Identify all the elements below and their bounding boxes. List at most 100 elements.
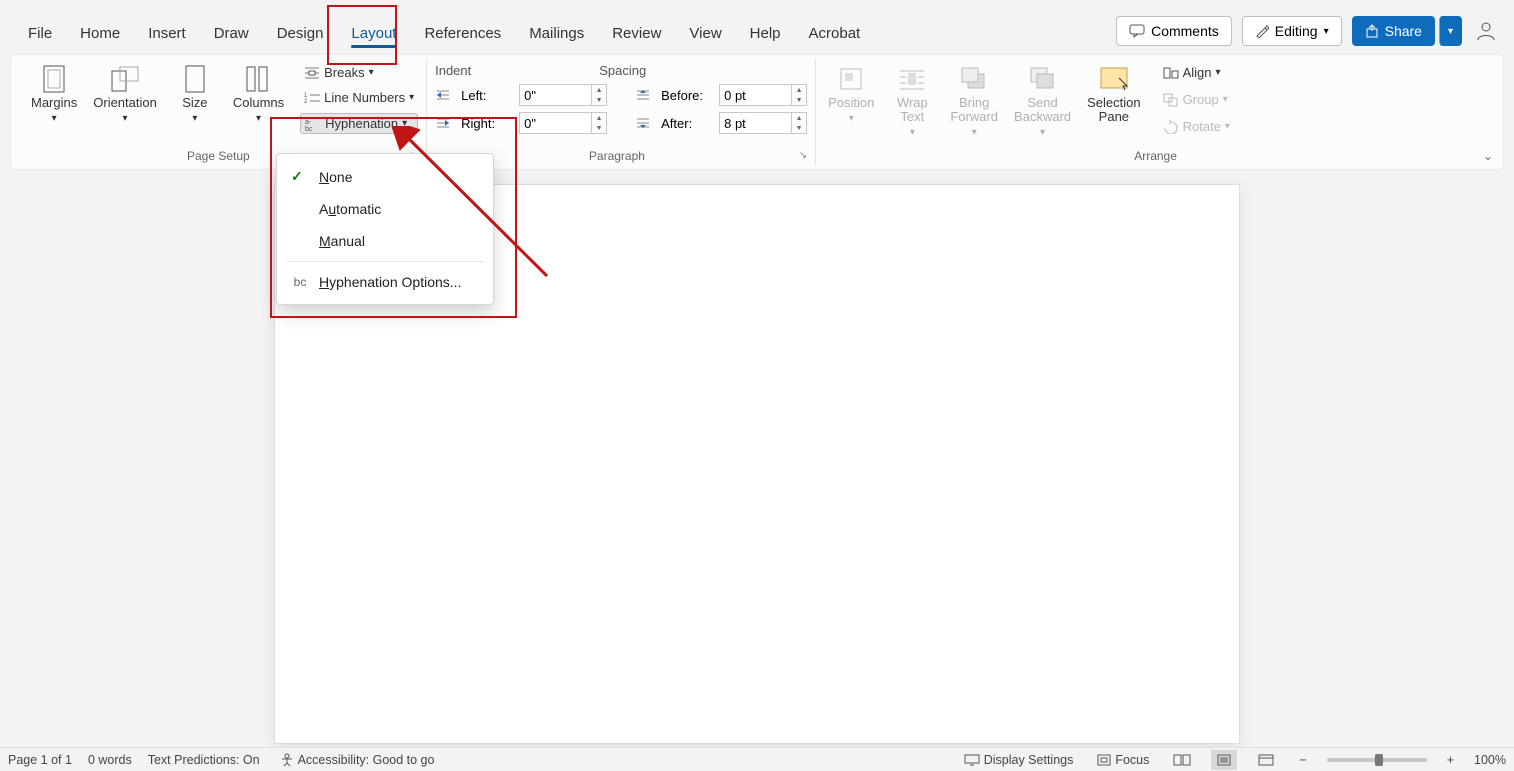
collab-avatar-button[interactable] <box>1472 17 1500 45</box>
paragraph-dialog-launcher[interactable]: ↘ <box>799 150 807 161</box>
align-icon <box>1163 66 1179 80</box>
zoom-level[interactable]: 100% <box>1474 753 1506 767</box>
zoom-in-button[interactable]: + <box>1443 753 1458 767</box>
spacing-header: Spacing <box>599 63 646 78</box>
tab-design[interactable]: Design <box>263 11 338 54</box>
chevron-down-icon: ▾ <box>1225 121 1230 132</box>
tab-home[interactable]: Home <box>66 11 134 54</box>
chevron-down-icon: ▾ <box>409 92 414 103</box>
tab-file[interactable]: File <box>14 11 66 54</box>
titlebar-right: Comments Editing ▾ Share ▾ <box>1116 16 1500 54</box>
share-dropdown[interactable]: ▾ <box>1439 16 1462 46</box>
zoom-out-button[interactable]: − <box>1295 753 1310 767</box>
hyphenation-none-label: None <box>319 169 352 185</box>
bring-forward-icon <box>958 65 990 93</box>
status-text-predictions[interactable]: Text Predictions: On <box>148 753 260 767</box>
display-settings-label: Display Settings <box>984 753 1074 767</box>
orientation-button[interactable]: Orientation ▾ <box>89 63 161 126</box>
chevron-down-icon: ▾ <box>369 67 374 78</box>
tab-insert[interactable]: Insert <box>134 11 200 54</box>
editing-label: Editing <box>1275 23 1318 39</box>
annotation-arrow <box>392 126 552 286</box>
status-accessibility[interactable]: Accessibility: Good to go <box>276 753 439 767</box>
share-button[interactable]: Share <box>1352 16 1435 46</box>
spacing-after-input[interactable]: ▲▼ <box>719 112 807 134</box>
collapse-ribbon-button[interactable]: ⌄ <box>1483 149 1493 163</box>
margins-button[interactable]: Margins ▾ <box>27 63 81 126</box>
focus-mode-button[interactable]: Focus <box>1093 753 1153 767</box>
status-words[interactable]: 0 words <box>88 753 132 767</box>
indent-left-icon <box>435 89 451 101</box>
ribbon-tabs-bar: File Home Insert Draw Design Layout Refe… <box>0 0 1514 54</box>
status-accessibility-label: Accessibility: Good to go <box>298 753 435 767</box>
web-layout-view[interactable] <box>1253 750 1279 770</box>
read-mode-view[interactable] <box>1169 750 1195 770</box>
comments-button[interactable]: Comments <box>1116 16 1232 46</box>
spacing-after-icon <box>635 117 651 129</box>
spin-down-icon[interactable]: ▼ <box>592 95 606 105</box>
share-label: Share <box>1385 23 1422 39</box>
spin-down-icon[interactable]: ▼ <box>592 123 606 133</box>
indent-left-input[interactable]: ▲▼ <box>519 84 607 106</box>
zoom-slider[interactable] <box>1327 758 1427 762</box>
chevron-down-icon: ▾ <box>123 113 128 124</box>
status-page[interactable]: Page 1 of 1 <box>8 753 72 767</box>
print-layout-view[interactable] <box>1211 750 1237 770</box>
tab-layout[interactable]: Layout <box>337 11 410 54</box>
selection-pane-label: Selection Pane <box>1087 96 1140 124</box>
group-objects-button[interactable]: Group▾ <box>1159 90 1234 109</box>
columns-label: Columns <box>233 96 284 110</box>
spin-up-icon[interactable]: ▲ <box>592 85 606 95</box>
bring-forward-label: Bring Forward <box>950 96 998 124</box>
monitor-icon <box>964 754 980 766</box>
margins-label: Margins <box>31 96 77 110</box>
display-settings-button[interactable]: Display Settings <box>960 753 1078 767</box>
size-button[interactable]: Size ▾ <box>169 63 221 126</box>
spin-up-icon[interactable]: ▲ <box>792 113 806 123</box>
focus-label: Focus <box>1115 753 1149 767</box>
columns-icon <box>242 65 274 93</box>
breaks-button[interactable]: Breaks ▾ <box>300 63 418 82</box>
chevron-down-icon: ▾ <box>972 127 977 138</box>
tab-references[interactable]: References <box>410 11 515 54</box>
editing-mode-button[interactable]: Editing ▾ <box>1242 16 1342 46</box>
hyphenation-manual-label: Manual <box>319 233 365 249</box>
selection-pane-icon <box>1098 65 1130 93</box>
indent-left-label: Left: <box>461 88 509 103</box>
line-numbers-button[interactable]: 12 Line Numbers ▾ <box>300 88 418 107</box>
bring-forward-button[interactable]: Bring Forward ▾ <box>946 63 1002 140</box>
spin-up-icon[interactable]: ▲ <box>792 85 806 95</box>
columns-button[interactable]: Columns ▾ <box>229 63 288 126</box>
tab-help[interactable]: Help <box>736 11 795 54</box>
tab-draw[interactable]: Draw <box>200 11 263 54</box>
tab-view[interactable]: View <box>675 11 735 54</box>
spin-down-icon[interactable]: ▼ <box>792 95 806 105</box>
size-label: Size <box>182 96 207 110</box>
chevron-down-icon: ▾ <box>849 113 854 124</box>
tab-mailings[interactable]: Mailings <box>515 11 598 54</box>
rotate-button[interactable]: Rotate▾ <box>1159 117 1234 136</box>
tab-review[interactable]: Review <box>598 11 675 54</box>
send-backward-button[interactable]: Send Backward▾ <box>1010 63 1075 140</box>
wrap-text-label: Wrap Text <box>897 96 928 124</box>
zoom-slider-thumb[interactable] <box>1375 754 1383 766</box>
selection-pane-button[interactable]: Selection Pane <box>1083 63 1144 126</box>
svg-text:a-: a- <box>305 119 312 126</box>
chevron-down-icon: ▾ <box>256 113 261 124</box>
spacing-before-label: Before: <box>661 88 709 103</box>
ribbon-tabs: File Home Insert Draw Design Layout Refe… <box>14 0 874 54</box>
align-button[interactable]: Align▾ <box>1159 63 1234 82</box>
group-icon <box>1163 93 1179 107</box>
tab-acrobat[interactable]: Acrobat <box>795 11 875 54</box>
hyphenation-icon: a-bc <box>305 117 321 131</box>
spacing-before-input[interactable]: ▲▼ <box>719 84 807 106</box>
spin-up-icon[interactable]: ▲ <box>592 113 606 123</box>
chevron-down-icon: ▾ <box>910 127 915 138</box>
wrap-text-button[interactable]: Wrap Text ▾ <box>886 63 938 140</box>
ribbon: Margins ▾ Orientation ▾ Size ▾ Columns ▾… <box>10 54 1504 170</box>
spin-down-icon[interactable]: ▼ <box>792 123 806 133</box>
hyphenation-label: Hyphenation <box>325 116 398 131</box>
indent-header: Indent <box>435 63 471 78</box>
rotate-icon <box>1163 120 1179 134</box>
position-button[interactable]: Position▾ <box>824 63 878 126</box>
